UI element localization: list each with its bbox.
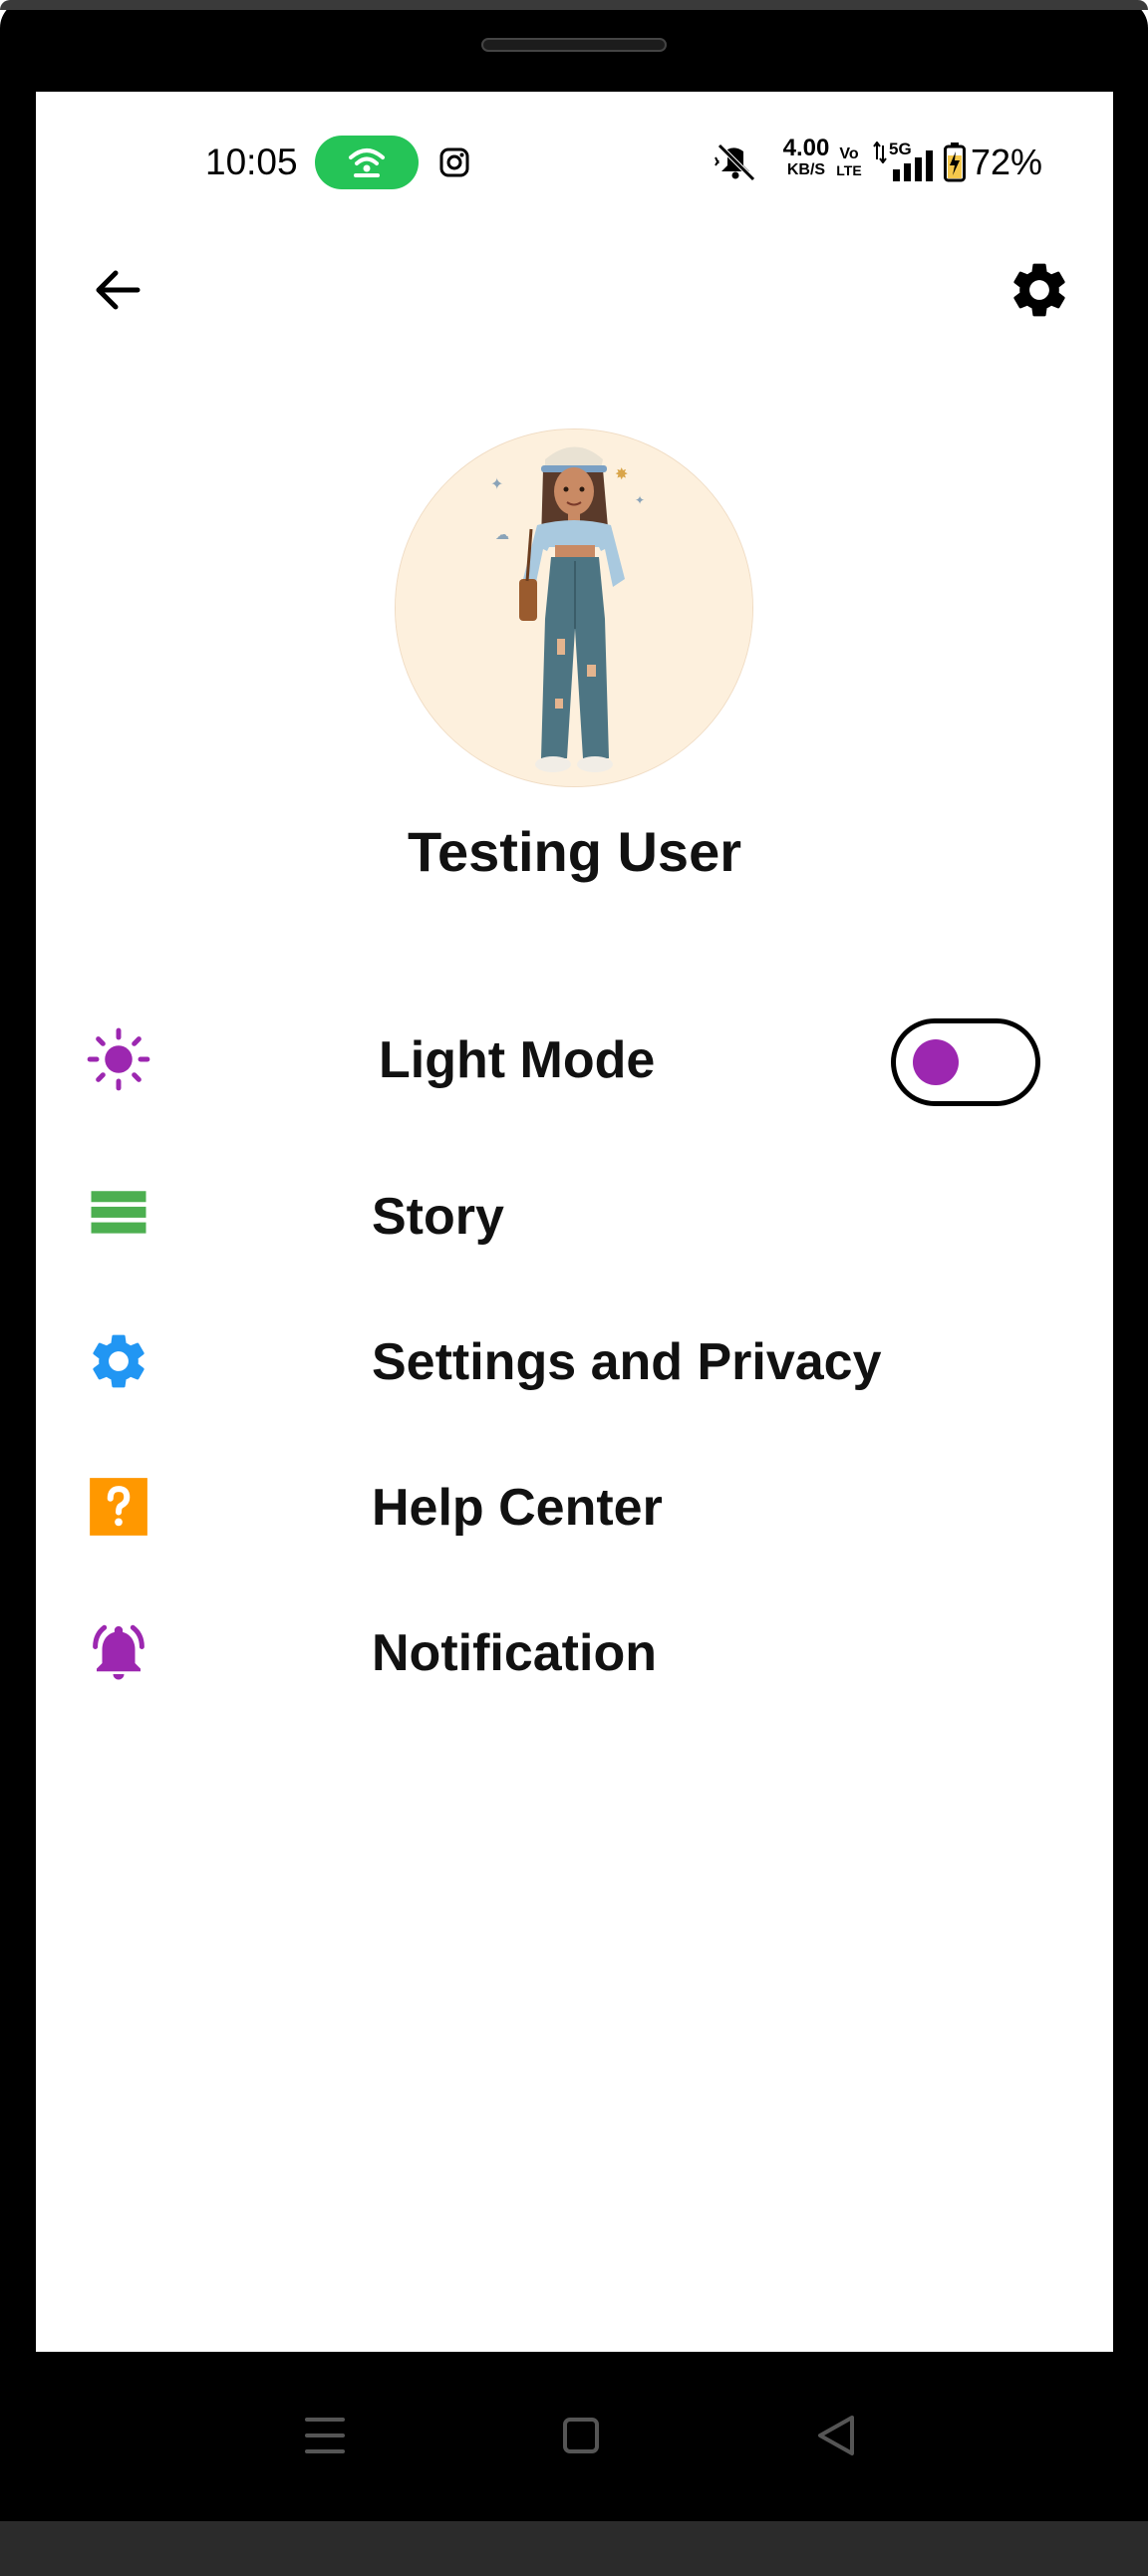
help-icon <box>90 1478 147 1536</box>
menu-item-notification[interactable]: Notification <box>36 1597 1113 1707</box>
light-mode-toggle[interactable] <box>891 1018 1040 1106</box>
toggle-knob <box>913 1039 959 1085</box>
menu-label-help-center: Help Center <box>372 1479 663 1537</box>
signal-icon <box>893 150 933 181</box>
home-icon[interactable] <box>541 2396 621 2475</box>
status-bar: 10:05 4.00 KB/S Vo LTE 5G 72% <box>36 92 1113 241</box>
mute-icon <box>715 143 755 181</box>
settings-gear-icon <box>1013 263 1065 317</box>
bezel-edge <box>0 0 1148 10</box>
screen: 10:05 4.00 KB/S Vo LTE 5G 72% ✦ ✸ ✦ ☁ Te… <box>36 92 1113 2352</box>
instagram-icon <box>439 147 469 177</box>
back-button[interactable] <box>86 257 151 323</box>
volte-bottom: LTE <box>836 162 862 178</box>
device-frame: 10:05 4.00 KB/S Vo LTE 5G 72% ✦ ✸ ✦ ☁ Te… <box>0 0 1148 2576</box>
sun-icon <box>87 1027 150 1091</box>
profile-name: Testing User <box>407 820 742 883</box>
avatar-illustration: ✦ ✸ ✦ ☁ <box>396 429 752 786</box>
system-nav-bar <box>0 2352 1148 2521</box>
status-time: 10:05 <box>205 142 298 182</box>
volte-indicator: Vo LTE <box>833 145 865 179</box>
menu-item-light-mode[interactable]: Light Mode <box>36 1004 1113 1114</box>
hotspot-icon <box>349 148 385 177</box>
earpiece-speaker <box>481 38 667 52</box>
menu-item-help-center[interactable]: Help Center <box>36 1452 1113 1562</box>
svg-text:☁: ☁ <box>495 527 509 543</box>
menu-item-settings-privacy[interactable]: Settings and Privacy <box>36 1306 1113 1416</box>
menu-item-story[interactable]: Story <box>36 1161 1113 1271</box>
menu-label-settings-privacy: Settings and Privacy <box>372 1333 882 1391</box>
profile-avatar[interactable]: ✦ ✸ ✦ ☁ <box>395 429 753 787</box>
svg-text:✦: ✦ <box>635 493 645 507</box>
hotspot-indicator <box>315 136 419 189</box>
gear-icon <box>93 1334 144 1388</box>
bell-icon <box>93 1624 144 1680</box>
battery-percent: 72% <box>971 142 1043 182</box>
back-icon[interactable] <box>798 2396 878 2475</box>
volte-top: Vo <box>839 145 859 162</box>
menu-label-notification: Notification <box>372 1624 657 1682</box>
network-speed: 4.00 KB/S <box>770 136 842 179</box>
bezel-bottom-edge <box>0 2521 1148 2576</box>
menu-label-story: Story <box>372 1188 504 1246</box>
svg-text:✸: ✸ <box>615 464 628 483</box>
battery-icon <box>944 143 966 182</box>
svg-text:✦: ✦ <box>490 474 503 493</box>
back-arrow-icon <box>96 270 141 310</box>
list-icon <box>91 1191 146 1234</box>
menu-icon[interactable] <box>285 2396 365 2475</box>
network-speed-value: 4.00 <box>782 135 830 161</box>
network-speed-unit: KB/S <box>786 161 826 178</box>
settings-button[interactable] <box>1006 257 1072 323</box>
menu-label-light-mode: Light Mode <box>379 1031 656 1089</box>
data-arrows-icon <box>873 142 887 163</box>
